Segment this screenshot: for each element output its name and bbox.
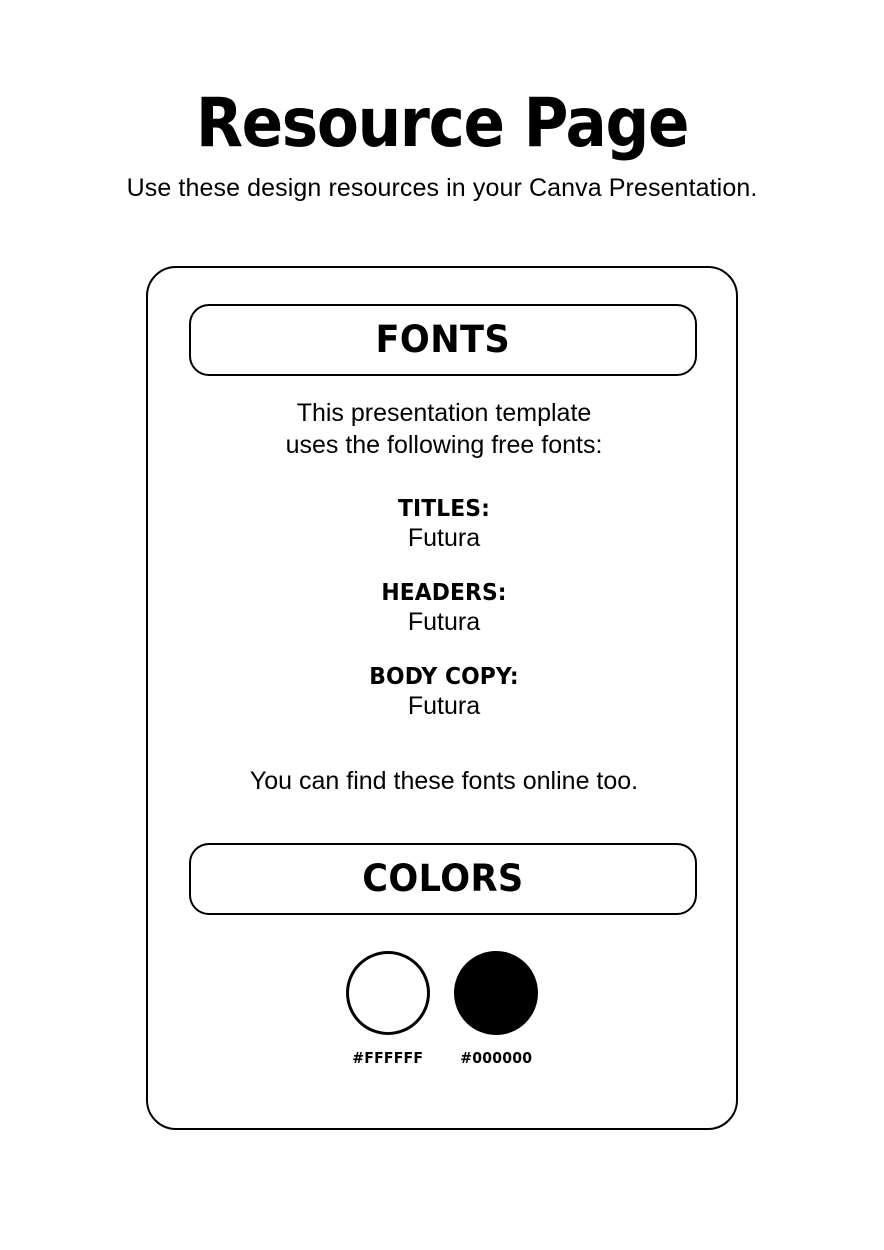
resource-page: Resource Page Use these design resources… bbox=[0, 0, 884, 1250]
font-role-value-body-copy: Futura bbox=[407, 692, 481, 720]
fonts-intro-line-2: uses the following free fonts: bbox=[285, 431, 603, 459]
resource-card: FONTS This presentation template uses th… bbox=[146, 266, 738, 1130]
color-circle-white-icon bbox=[346, 951, 430, 1035]
font-role-value-titles: Futura bbox=[407, 524, 481, 552]
font-role-label-body-copy: BODY COPY: bbox=[369, 664, 519, 690]
color-swatch-black: #000000 bbox=[454, 951, 538, 1067]
page-subtitle: Use these design resources in your Canva… bbox=[126, 174, 758, 202]
color-swatch-row: #FFFFFF #000000 bbox=[148, 951, 736, 1067]
color-hex-label-black: #000000 bbox=[460, 1049, 532, 1067]
colors-section-header: COLORS bbox=[189, 843, 697, 915]
color-hex-label-white: #FFFFFF bbox=[352, 1049, 424, 1067]
font-role-label-titles: TITLES: bbox=[398, 496, 490, 522]
font-role-item-headers: HEADERS: Futura bbox=[168, 579, 720, 637]
colors-section-label: COLORS bbox=[362, 857, 524, 900]
fonts-section-label: FONTS bbox=[375, 318, 511, 361]
font-role-item-titles: TITLES: Futura bbox=[168, 495, 720, 553]
fonts-section-body: This presentation template uses the foll… bbox=[168, 397, 720, 797]
font-role-list: TITLES: Futura HEADERS: Futura BODY COPY… bbox=[168, 495, 720, 721]
color-swatch-white: #FFFFFF bbox=[346, 951, 430, 1067]
fonts-footnote: You can find these fonts online too. bbox=[249, 767, 639, 795]
font-role-value-headers: Futura bbox=[407, 608, 481, 636]
font-role-item-body-copy: BODY COPY: Futura bbox=[168, 663, 720, 721]
fonts-intro-line-1: This presentation template bbox=[296, 399, 592, 427]
fonts-section-header: FONTS bbox=[189, 304, 697, 376]
font-role-label-headers: HEADERS: bbox=[381, 580, 507, 606]
color-circle-black-icon bbox=[454, 951, 538, 1035]
page-header: Resource Page Use these design resources… bbox=[0, 88, 884, 204]
page-title: Resource Page bbox=[195, 84, 690, 163]
